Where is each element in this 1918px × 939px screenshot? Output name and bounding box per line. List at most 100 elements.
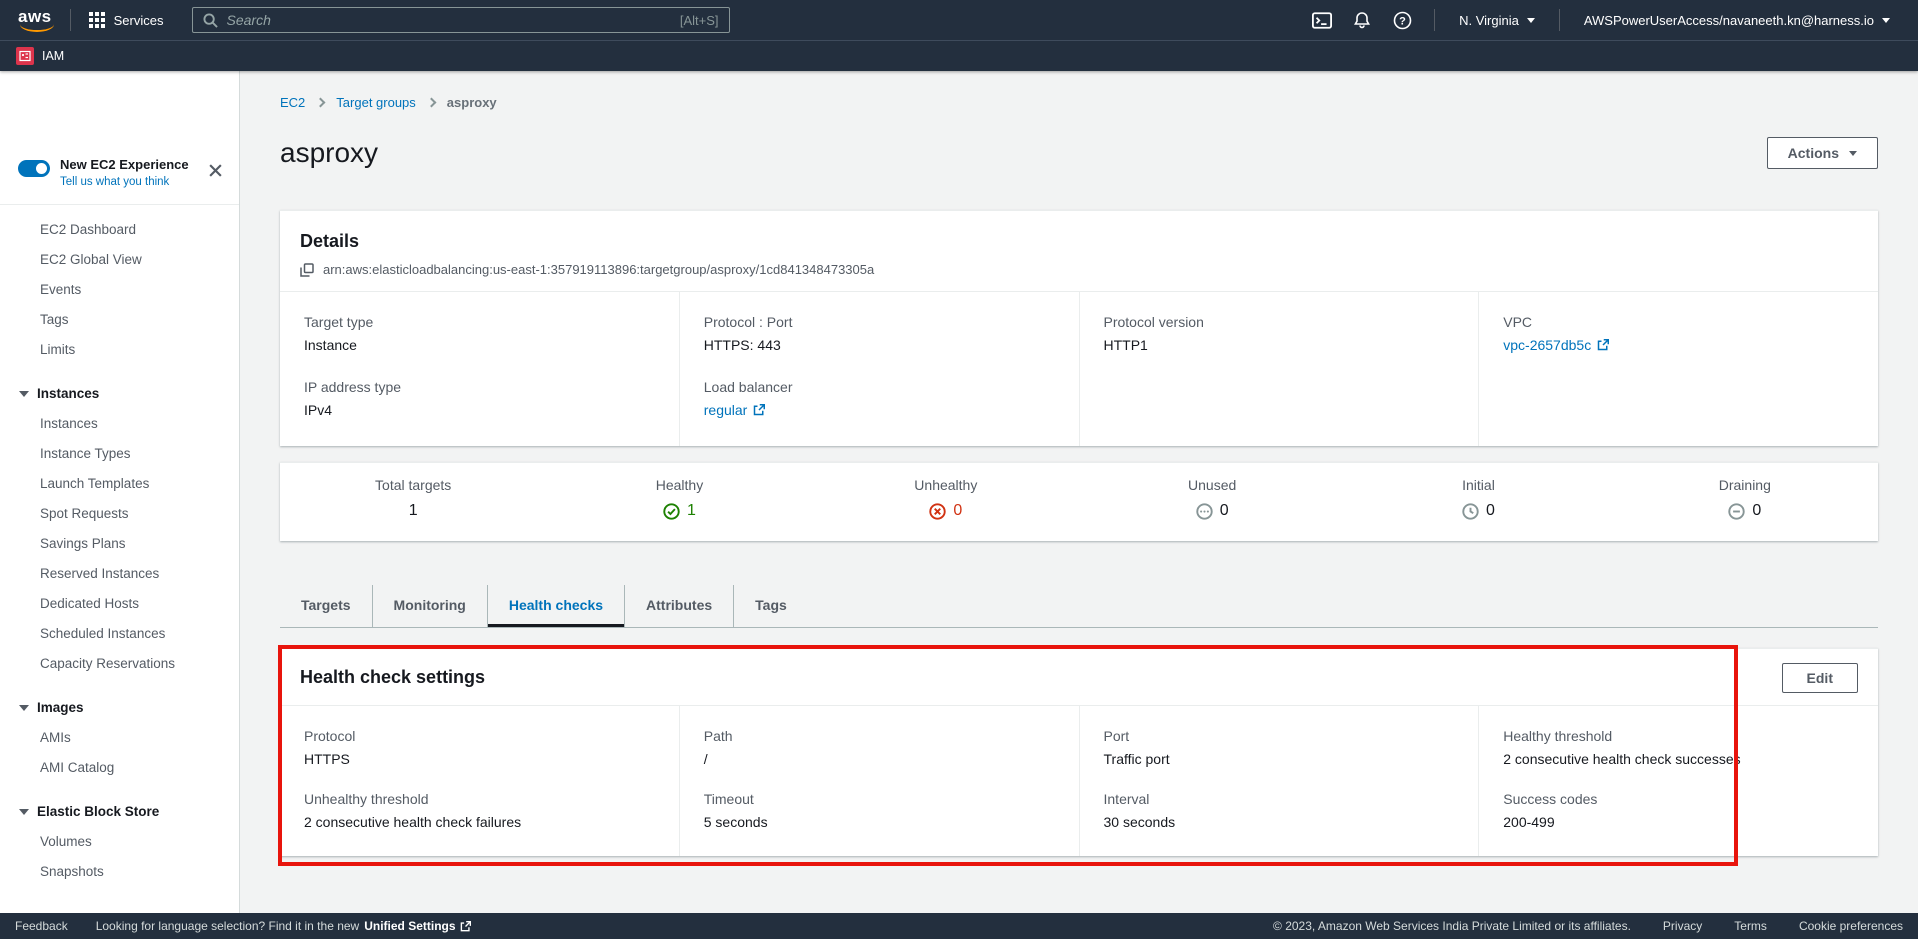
breadcrumb-chevron-icon xyxy=(426,97,436,107)
tab-tags[interactable]: Tags xyxy=(733,585,808,627)
sidebar-item-capacity-reservations[interactable]: Capacity Reservations xyxy=(0,649,239,679)
sidebar-item-launch-templates[interactable]: Launch Templates xyxy=(0,469,239,499)
privacy-link[interactable]: Privacy xyxy=(1663,919,1702,933)
sidebar-item-ami-catalog[interactable]: AMI Catalog xyxy=(0,753,239,783)
banner-close-button[interactable] xyxy=(208,163,223,178)
banner-feedback-link[interactable]: Tell us what you think xyxy=(60,176,202,188)
stat-label: Initial xyxy=(1345,477,1611,493)
section-collapse-icon xyxy=(19,705,29,711)
tab-targets[interactable]: Targets xyxy=(280,585,372,627)
sidebar-item-limits[interactable]: Limits xyxy=(0,335,239,365)
sidebar-item-reserved-instances[interactable]: Reserved Instances xyxy=(0,559,239,589)
field-label: Target type xyxy=(304,314,655,330)
sidebar-section-elastic-block-store[interactable]: Elastic Block Store xyxy=(0,797,239,827)
details-heading: Details xyxy=(300,231,1858,252)
sidebar-item-dedicated-hosts[interactable]: Dedicated Hosts xyxy=(0,589,239,619)
top-navigation-bar: aws Services [Alt+S] xyxy=(0,0,1918,40)
notifications-button[interactable] xyxy=(1342,0,1382,40)
hc-port-value: Traffic port xyxy=(1104,751,1455,767)
field-label: VPC xyxy=(1503,314,1854,330)
new-experience-toggle[interactable] xyxy=(18,160,50,177)
hc-healthy-threshold-value: 2 consecutive health check successes xyxy=(1503,751,1854,767)
tab-health-checks[interactable]: Health checks xyxy=(487,585,624,627)
field-label: Success codes xyxy=(1503,791,1854,807)
cloudshell-button[interactable] xyxy=(1302,0,1342,40)
section-collapse-icon xyxy=(19,809,29,815)
divider xyxy=(70,9,71,31)
stat-label: Total targets xyxy=(280,477,546,493)
hc-column-2: Path / Timeout 5 seconds xyxy=(679,706,1079,856)
field-label: Protocol xyxy=(304,728,655,744)
initial-clock-circle-icon xyxy=(1462,503,1479,520)
external-link-icon xyxy=(460,921,471,932)
edit-button[interactable]: Edit xyxy=(1782,663,1858,693)
external-link-icon xyxy=(1597,339,1609,351)
global-search-box[interactable]: [Alt+S] xyxy=(192,7,730,33)
favorite-iam-link[interactable]: IAM xyxy=(16,47,64,65)
stat-label: Unhealthy xyxy=(813,477,1079,493)
field-label: IP address type xyxy=(304,379,655,395)
breadcrumb-chevron-icon xyxy=(316,97,326,107)
breadcrumb: EC2 Target groups asproxy xyxy=(280,93,1878,111)
sidebar-item-savings-plans[interactable]: Savings Plans xyxy=(0,529,239,559)
sidebar-item-ec2-dashboard[interactable]: EC2 Dashboard xyxy=(0,215,239,245)
divider xyxy=(1559,9,1560,31)
hc-interval-value: 30 seconds xyxy=(1104,814,1455,830)
sidebar-item-ec2-global-view[interactable]: EC2 Global View xyxy=(0,245,239,275)
sidebar-item-instance-types[interactable]: Instance Types xyxy=(0,439,239,469)
stat-healthy: Healthy 1 xyxy=(546,477,812,525)
copy-icon[interactable] xyxy=(300,263,314,277)
target-group-arn: arn:aws:elasticloadbalancing:us-east-1:3… xyxy=(323,262,874,277)
actions-button[interactable]: Actions xyxy=(1767,137,1878,169)
sidebar-section-instances[interactable]: Instances xyxy=(0,379,239,409)
ec2-sidebar: New EC2 Experience Tell us what you thin… xyxy=(0,71,240,913)
help-icon: ? xyxy=(1393,11,1412,30)
sidebar-item-volumes[interactable]: Volumes xyxy=(0,827,239,857)
section-collapse-icon xyxy=(19,391,29,397)
unified-settings-link[interactable]: Unified Settings xyxy=(364,919,470,933)
tab-monitoring[interactable]: Monitoring xyxy=(372,585,487,627)
vpc-link[interactable]: vpc-2657db5c xyxy=(1503,337,1609,353)
details-column-2: Protocol : Port HTTPS: 443 Load balancer… xyxy=(679,292,1079,446)
sidebar-item-tags[interactable]: Tags xyxy=(0,305,239,335)
stat-value: 1 xyxy=(687,502,696,520)
search-input[interactable] xyxy=(227,12,680,28)
aws-logo[interactable]: aws xyxy=(16,7,58,33)
sidebar-item-spot-requests[interactable]: Spot Requests xyxy=(0,499,239,529)
sidebar-item-amis[interactable]: AMIs xyxy=(0,723,239,753)
field-label: Protocol : Port xyxy=(704,314,1055,330)
sidebar-section-images[interactable]: Images xyxy=(0,693,239,723)
hc-path-value: / xyxy=(704,751,1055,767)
banner-title: New EC2 Experience xyxy=(60,157,202,173)
terms-link[interactable]: Terms xyxy=(1734,919,1767,933)
search-icon xyxy=(203,13,218,28)
sidebar-item-snapshots[interactable]: Snapshots xyxy=(0,857,239,887)
sidebar-item-scheduled-instances[interactable]: Scheduled Instances xyxy=(0,619,239,649)
hc-protocol-value: HTTPS xyxy=(304,751,655,767)
cloudshell-terminal-icon xyxy=(1312,12,1332,29)
feedback-link[interactable]: Feedback xyxy=(15,919,68,933)
stat-value: 0 xyxy=(1752,502,1761,520)
healthy-check-circle-icon xyxy=(663,503,680,520)
breadcrumb-ec2[interactable]: EC2 xyxy=(280,95,305,110)
stat-value: 0 xyxy=(1220,502,1229,520)
tab-attributes[interactable]: Attributes xyxy=(624,585,733,627)
help-button[interactable]: ? xyxy=(1382,0,1422,40)
breadcrumb-target-groups[interactable]: Target groups xyxy=(336,95,416,110)
favorites-bar: IAM xyxy=(0,40,1918,71)
external-link-icon xyxy=(753,404,765,416)
sidebar-item-events[interactable]: Events xyxy=(0,275,239,305)
hc-success-codes-value: 200-499 xyxy=(1503,814,1854,830)
load-balancer-link[interactable]: regular xyxy=(704,402,766,418)
account-menu[interactable]: AWSPowerUserAccess/navaneeth.kn@harness.… xyxy=(1572,13,1902,28)
services-menu-button[interactable]: Services xyxy=(83,12,170,28)
region-selector[interactable]: N. Virginia xyxy=(1447,13,1547,28)
sidebar-item-instances[interactable]: Instances xyxy=(0,409,239,439)
copyright-text: © 2023, Amazon Web Services India Privat… xyxy=(1273,919,1631,933)
region-label: N. Virginia xyxy=(1459,13,1519,28)
cookie-preferences-link[interactable]: Cookie preferences xyxy=(1799,919,1903,933)
protocol-version-value: HTTP1 xyxy=(1104,337,1455,353)
page-title: asproxy xyxy=(280,137,378,169)
breadcrumb-current: asproxy xyxy=(447,95,497,110)
stat-initial: Initial 0 xyxy=(1345,477,1611,525)
